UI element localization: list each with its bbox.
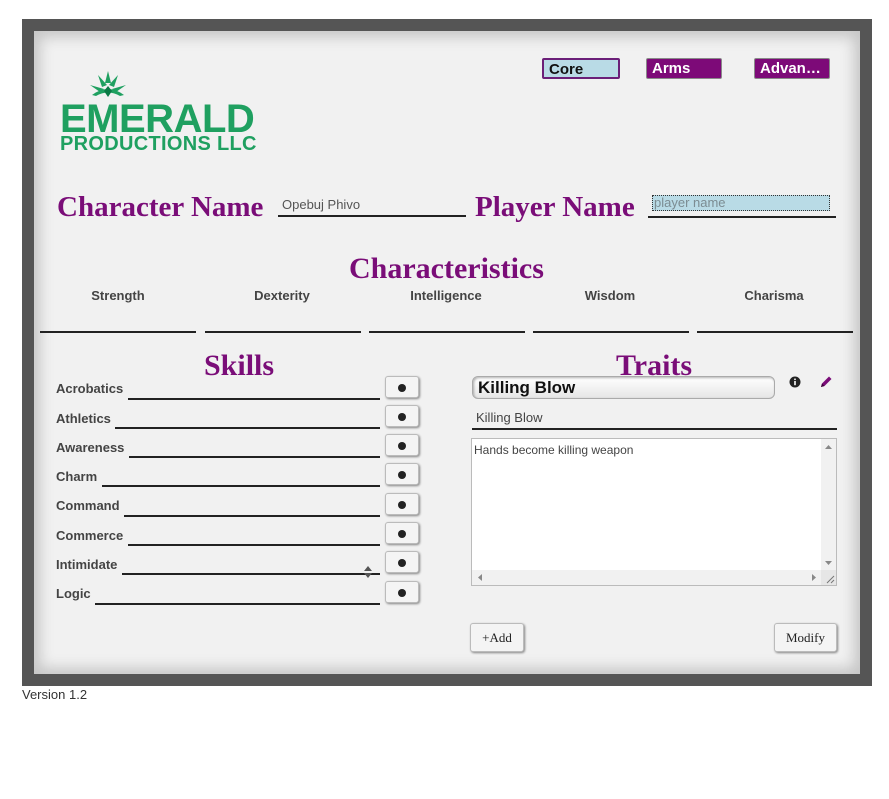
skill-charm-roll-button[interactable] — [385, 463, 419, 485]
character-sheet: Core Arms Advan… EMERALD PRODUCTIONS LLC… — [34, 31, 860, 674]
pencil-icon[interactable] — [819, 375, 833, 389]
skill-athletics-label: Athletics — [56, 411, 111, 426]
skill-athletics-roll-button[interactable] — [385, 405, 419, 427]
character-name-label: Character Name — [57, 191, 264, 223]
dice-icon — [398, 442, 406, 450]
skill-athletics-field[interactable] — [115, 427, 380, 429]
add-trait-button[interactable]: +Add — [470, 623, 524, 652]
vertical-scrollbar[interactable] — [821, 439, 836, 571]
skills-title: Skills — [204, 349, 275, 382]
sheet-frame: Core Arms Advan… EMERALD PRODUCTIONS LLC… — [22, 19, 872, 686]
scroll-arrows-h-icon — [478, 574, 816, 581]
skill-command-field[interactable] — [124, 515, 380, 517]
stat-intelligence-field[interactable] — [369, 331, 525, 333]
skill-command-roll-button[interactable] — [385, 493, 419, 515]
company-logo: EMERALD PRODUCTIONS LLC — [60, 69, 258, 155]
skill-acrobatics-roll-button[interactable] — [385, 376, 419, 398]
stat-dexterity-field[interactable] — [205, 331, 361, 333]
skill-logic-label: Logic — [56, 586, 91, 601]
characteristics-title: Characteristics — [349, 252, 544, 285]
dice-icon — [398, 471, 406, 479]
skill-charm-field[interactable] — [102, 485, 380, 487]
dice-icon — [398, 559, 406, 567]
tab-core[interactable]: Core — [542, 58, 620, 79]
logo-word-productions: PRODUCTIONS LLC — [60, 133, 257, 155]
info-icon[interactable] — [789, 376, 801, 388]
dice-icon — [398, 530, 406, 538]
skill-commerce-roll-button[interactable] — [385, 522, 419, 544]
skill-acrobatics-label: Acrobatics — [56, 381, 124, 396]
skill-intimidate-roll-button[interactable] — [385, 551, 419, 573]
skill-awareness-roll-button[interactable] — [385, 434, 419, 456]
skill-command-label: Command — [56, 498, 120, 513]
trait-description-text: Hands become killing weapon — [474, 443, 634, 457]
skill-intimidate-field[interactable] — [122, 573, 380, 575]
player-name-wrapper — [648, 194, 836, 218]
character-name-field[interactable]: Opebuj Phivo — [278, 195, 466, 217]
stat-strength-field[interactable] — [40, 331, 196, 333]
trait-select[interactable]: Killing Blow — [472, 376, 775, 399]
trait-description-textarea[interactable]: Hands become killing weapon — [471, 438, 837, 586]
horizontal-scrollbar[interactable] — [472, 570, 822, 585]
version-label: Version 1.2 — [22, 687, 88, 702]
stat-strength-label: Strength — [91, 288, 145, 303]
skill-acrobatics-field[interactable] — [128, 398, 380, 400]
dice-icon — [398, 589, 406, 597]
player-name-input[interactable] — [652, 194, 830, 211]
skill-logic-roll-button[interactable] — [385, 581, 419, 603]
tab-advanced[interactable]: Advan… — [754, 58, 830, 79]
scroll-arrows-icon — [825, 445, 832, 565]
skill-intimidate-label: Intimidate — [56, 557, 118, 572]
skill-awareness-label: Awareness — [56, 440, 125, 455]
resize-handle[interactable] — [821, 570, 836, 585]
player-name-label: Player Name — [475, 191, 635, 223]
skill-commerce-field[interactable] — [128, 544, 380, 546]
trait-name-field[interactable]: Killing Blow — [472, 406, 837, 430]
stat-charisma-field[interactable] — [697, 331, 853, 333]
dice-icon — [398, 413, 406, 421]
select-arrows-icon[interactable] — [363, 565, 373, 579]
skill-commerce-label: Commerce — [56, 528, 124, 543]
dice-icon — [398, 384, 406, 392]
stat-intelligence-label: Intelligence — [410, 288, 482, 303]
stat-wisdom-label: Wisdom — [584, 288, 636, 303]
skill-charm-label: Charm — [56, 469, 98, 484]
skill-logic-field[interactable] — [95, 603, 380, 605]
stat-dexterity-label: Dexterity — [254, 288, 310, 303]
skill-awareness-field[interactable] — [129, 456, 380, 458]
stat-charisma-label: Charisma — [744, 288, 804, 303]
stat-wisdom-field[interactable] — [533, 331, 689, 333]
tab-arms[interactable]: Arms — [646, 58, 722, 79]
resize-grip-icon — [826, 575, 835, 584]
dice-icon — [398, 501, 406, 509]
modify-trait-button[interactable]: Modify — [774, 623, 837, 652]
